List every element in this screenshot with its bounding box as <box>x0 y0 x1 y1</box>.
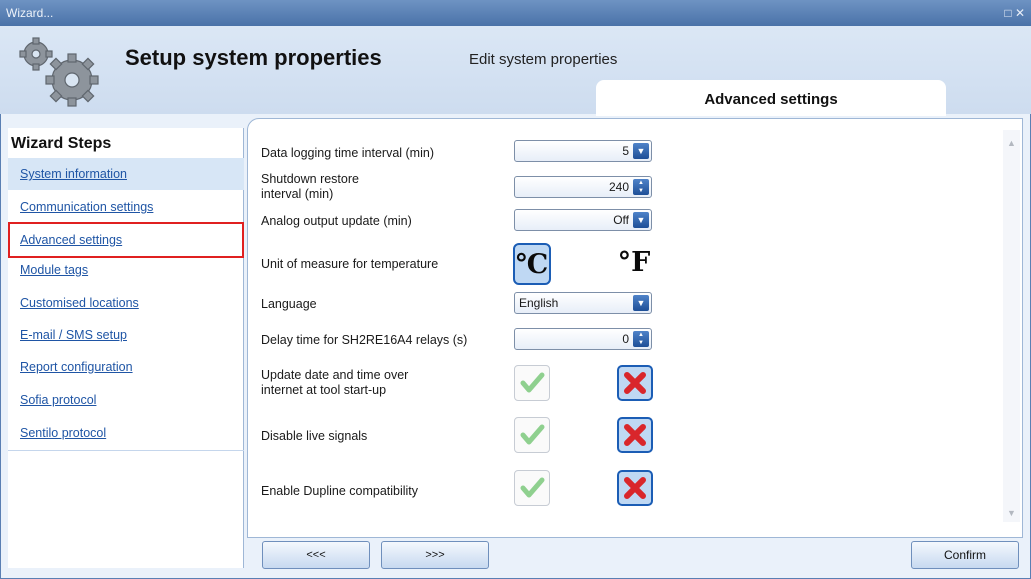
shutdown-restore-value: 240 <box>608 180 629 194</box>
chevron-down-icon[interactable]: ▼ <box>633 143 649 159</box>
analog-output-label: Analog output update (min) <box>261 214 412 228</box>
data-logging-select[interactable]: 5 ▼ <box>514 140 652 162</box>
shutdown-restore-label-line1: Shutdown restore <box>261 172 359 186</box>
data-logging-label: Data logging time interval (min) <box>261 146 434 160</box>
x-icon <box>624 477 646 499</box>
shutdown-restore-label-line2: interval (min) <box>261 187 334 201</box>
update-datetime-enable-button[interactable] <box>514 365 550 401</box>
window-controls[interactable]: □ ✕ <box>1004 0 1025 26</box>
x-icon <box>624 424 646 446</box>
sidebar-item-system-information[interactable]: System information <box>8 158 244 190</box>
update-datetime-label-line2: internet at tool start-up <box>261 383 387 397</box>
page-title: Setup system properties <box>125 45 382 70</box>
tab-advanced-settings[interactable]: Advanced settings <box>596 80 946 116</box>
page-subtitle: Edit system properties <box>469 51 618 68</box>
next-button[interactable]: >>> <box>381 541 489 569</box>
dupline-label: Enable Dupline compatibility <box>261 484 419 498</box>
sidebar-item-sofia-protocol[interactable]: Sofia protocol <box>8 384 244 416</box>
wizard-steps-heading: Wizard Steps <box>11 135 112 152</box>
sidebar-item-report-configuration[interactable]: Report configuration <box>8 351 244 383</box>
fahrenheit-button[interactable]: °F <box>615 243 653 285</box>
language-label: Language <box>261 297 317 311</box>
celsius-button[interactable]: ℃ <box>513 243 551 285</box>
language-value: English <box>519 296 559 310</box>
scroll-down-icon[interactable]: ▼ <box>1007 508 1016 518</box>
update-datetime-label-line1: Update date and time over <box>261 368 409 382</box>
update-datetime-disable-button[interactable] <box>617 365 653 401</box>
spinner-arrows-icon[interactable]: ▲ ▼ <box>633 331 649 347</box>
window-titlebar: Wizard... □ ✕ <box>0 0 1031 26</box>
spinner-arrows-icon[interactable]: ▲ ▼ <box>633 179 649 195</box>
vertical-scrollbar[interactable] <box>1003 130 1020 522</box>
dupline-enable-button[interactable] <box>514 470 550 506</box>
checkmark-icon <box>520 477 545 498</box>
shutdown-restore-stepper[interactable]: 240 ▲ ▼ <box>514 176 652 198</box>
chevron-down-icon[interactable]: ▼ <box>633 295 649 311</box>
sidebar-item-communication-settings[interactable]: Communication settings <box>8 191 244 223</box>
disable-live-enable-button[interactable] <box>514 417 550 453</box>
chevron-down-icon[interactable]: ▼ <box>633 212 649 228</box>
gears-icon <box>14 32 110 112</box>
delay-time-stepper[interactable]: 0 ▲ ▼ <box>514 328 652 350</box>
delay-time-value: 0 <box>622 332 629 346</box>
checkmark-icon <box>520 424 545 445</box>
confirm-button[interactable]: Confirm <box>911 541 1019 569</box>
disable-live-label: Disable live signals <box>261 429 368 443</box>
sidebar-item-advanced-settings[interactable]: Advanced settings <box>8 222 244 258</box>
previous-button[interactable]: <<< <box>262 541 370 569</box>
dupline-disable-button[interactable] <box>617 470 653 506</box>
scroll-up-icon[interactable]: ▲ <box>1007 138 1016 148</box>
data-logging-value: 5 <box>622 144 629 158</box>
delay-time-label: Delay time for SH2RE16A4 relays (s) <box>261 333 468 347</box>
analog-output-value: Off <box>613 213 629 227</box>
disable-live-disable-button[interactable] <box>617 417 653 453</box>
shutdown-restore-label: Shutdown restore interval (min) <box>261 172 359 202</box>
temperature-unit-label: Unit of measure for temperature <box>261 257 439 271</box>
sidebar-divider <box>8 450 244 451</box>
language-select[interactable]: English ▼ <box>514 292 652 314</box>
window-title: Wizard... <box>6 6 54 20</box>
sidebar-item-email-sms-setup[interactable]: E-mail / SMS setup <box>8 319 244 351</box>
sidebar-item-sentilo-protocol[interactable]: Sentilo protocol <box>8 417 244 449</box>
checkmark-icon <box>520 372 545 393</box>
x-icon <box>624 372 646 394</box>
analog-output-select[interactable]: Off ▼ <box>514 209 652 231</box>
update-datetime-label: Update date and time over internet at to… <box>261 368 408 398</box>
sidebar-item-customised-locations[interactable]: Customised locations <box>8 287 244 319</box>
sidebar-item-module-tags[interactable]: Module tags <box>8 254 244 286</box>
